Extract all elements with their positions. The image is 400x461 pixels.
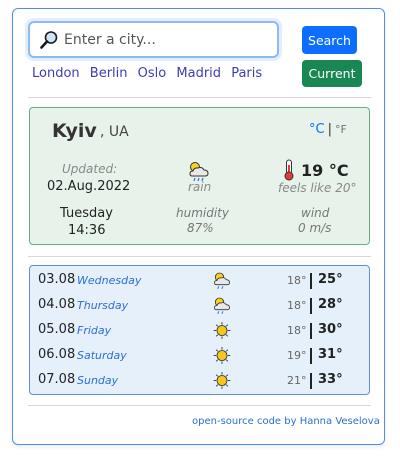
city-link-berlin[interactable]: Berlin [90,66,128,81]
forecast-max-temp: 28° [318,297,343,312]
wind-value: 0 m/s [298,221,332,235]
temp-separator [310,348,312,364]
unit-separator: | [327,122,332,137]
city-link-paris[interactable]: Paris [231,66,262,81]
forecast-day: Saturday [77,349,127,362]
source-code-link[interactable]: open-source code by Hanna Veselova [192,416,380,427]
forecast-max-temp: 31° [318,347,343,362]
city-name: Kyiv [52,120,97,142]
forecast-date: 03.08 [38,272,76,287]
forecast-row: 07.08 Sunday 21° 33° [30,370,369,394]
city-link-oslo[interactable]: Oslo [138,66,167,81]
temp-separator [310,298,312,314]
forecast-min-temp: 19° [287,349,307,362]
forecast-row: 04.08 Thursday 18° 28° [30,295,369,319]
quick-city-links: London Berlin Oslo Madrid Paris [32,66,268,81]
current-time: 14:36 [68,223,106,238]
forecast-date: 06.08 [38,347,76,362]
forecast-min-temp: 18° [287,274,307,287]
forecast-max-temp: 33° [318,372,343,387]
forecast-date: 04.08 [38,297,76,312]
current-location-button[interactable]: Current [302,60,362,87]
search-icon [40,31,58,49]
city-search-input[interactable] [64,27,269,52]
humidity-label: humidity [176,206,229,220]
city-link-london[interactable]: London [32,66,80,81]
thermometer-icon [284,159,294,181]
divider [28,256,371,257]
forecast-max-temp: 30° [318,322,343,337]
forecast-min-temp: 18° [287,299,307,312]
forecast-date: 07.08 [38,372,76,387]
search-button[interactable]: Search [302,26,357,54]
divider [28,97,371,98]
humidity-value: 87% [187,221,214,235]
city-link-madrid[interactable]: Madrid [176,66,221,81]
updated-label: Updated: [62,162,118,176]
rain-cloud-icon [214,297,230,315]
forecast-max-temp: 25° [318,272,343,287]
country-code: , UA [100,124,129,140]
wind-label: wind [301,206,330,220]
weather-description: rain [188,180,212,194]
forecast-min-temp: 18° [287,324,307,337]
rain-cloud-icon [214,272,230,290]
divider [28,405,371,406]
forecast-min-temp: 21° [287,374,307,387]
forecast-day: Friday [77,324,112,337]
forecast-row: 03.08 Wednesday 18° 25° [30,270,369,294]
temp-separator [310,273,312,289]
temp-separator [310,323,312,339]
celsius-toggle[interactable]: °C [309,122,325,137]
temp-separator [310,373,312,389]
forecast-panel: 03.08 Wednesday 18° 25° 04.08 Thursday 1… [29,265,370,395]
sun-icon [213,347,231,364]
fahrenheit-toggle[interactable]: °F [335,123,347,136]
sun-icon [213,372,231,389]
feels-like: feels like 20° [278,181,357,195]
current-day: Tuesday [60,206,113,221]
current-date: 02.Aug.2022 [47,179,131,194]
search-box[interactable] [28,21,279,58]
forecast-day: Wednesday [77,274,142,287]
forecast-day: Thursday [77,299,129,312]
current-temperature: 19 °C [301,161,349,180]
forecast-row: 05.08 Friday 18° 30° [30,320,369,344]
unit-switch: °C | °F [309,122,347,137]
sun-icon [213,322,231,339]
forecast-date: 05.08 [38,322,76,337]
forecast-day: Sunday [77,374,119,387]
current-weather-panel: Kyiv , UA °C | °F Updated: 02.Aug.2022 Tue… [29,107,370,245]
forecast-row: 06.08 Saturday 19° 31° [30,345,369,369]
rain-cloud-icon [189,162,209,182]
